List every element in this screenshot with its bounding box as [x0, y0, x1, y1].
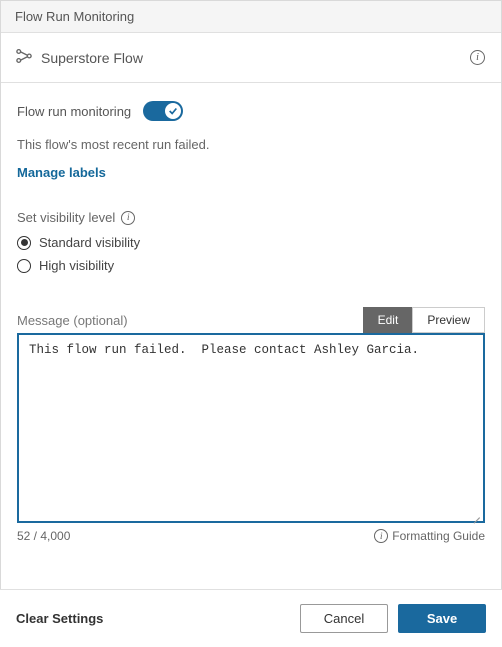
radio-input[interactable] [17, 236, 31, 250]
formatting-guide-link[interactable]: i Formatting Guide [374, 529, 485, 543]
save-button[interactable]: Save [398, 604, 486, 633]
manage-labels-link[interactable]: Manage labels [17, 165, 106, 180]
dialog-header: Flow Run Monitoring [1, 1, 501, 33]
flow-subheader: Superstore Flow i [1, 33, 501, 83]
info-icon[interactable]: i [470, 50, 485, 65]
message-textarea-wrap [17, 333, 485, 523]
dialog-footer: Clear Settings Cancel Save [0, 589, 502, 647]
message-textarea[interactable] [19, 335, 483, 521]
flow-icon [15, 47, 33, 68]
message-label: Message (optional) [17, 313, 128, 333]
flow-name: Superstore Flow [41, 50, 143, 66]
cancel-button[interactable]: Cancel [300, 604, 388, 633]
toggle-label: Flow run monitoring [17, 104, 131, 119]
radio-high-visibility[interactable]: High visibility [17, 258, 485, 273]
info-icon: i [374, 529, 388, 543]
radio-label: Standard visibility [39, 235, 140, 250]
dialog-title: Flow Run Monitoring [15, 9, 134, 24]
radio-label: High visibility [39, 258, 114, 273]
radio-input[interactable] [17, 259, 31, 273]
clear-settings-button[interactable]: Clear Settings [16, 611, 103, 626]
char-count: 52 / 4,000 [17, 529, 70, 543]
tab-preview[interactable]: Preview [412, 307, 485, 333]
visibility-label-text: Set visibility level [17, 210, 115, 225]
tab-edit[interactable]: Edit [363, 307, 413, 333]
status-text: This flow's most recent run failed. [17, 137, 485, 152]
monitoring-toggle[interactable] [143, 101, 183, 121]
formatting-guide-text: Formatting Guide [392, 529, 485, 543]
visibility-section-label: Set visibility level i [17, 210, 485, 225]
message-tabs: Edit Preview [363, 307, 485, 333]
visibility-info-icon[interactable]: i [121, 211, 135, 225]
visibility-radio-group: Standard visibility High visibility [17, 235, 485, 273]
radio-standard-visibility[interactable]: Standard visibility [17, 235, 485, 250]
